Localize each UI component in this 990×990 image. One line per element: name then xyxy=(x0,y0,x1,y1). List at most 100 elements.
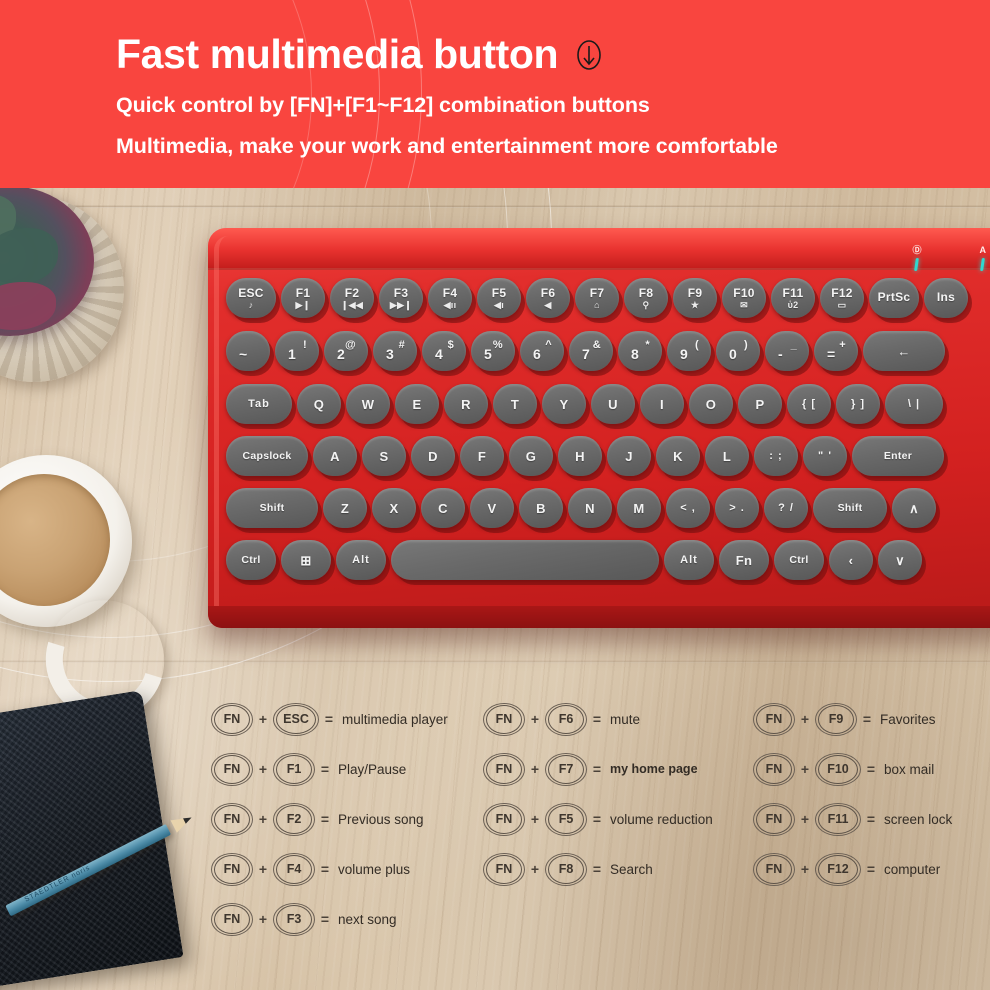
key-0[interactable]: ) 0 xyxy=(716,331,760,371)
legend-description: next song xyxy=(338,911,397,927)
key-u[interactable]: U xyxy=(591,384,635,424)
key-k[interactable]: K xyxy=(656,436,700,476)
key-w[interactable]: W xyxy=(346,384,390,424)
key-enter[interactable]: Enter xyxy=(852,436,944,476)
home-row: Capslock A S D F G H J K L: ; " ' Enter xyxy=(216,436,990,476)
legend-equals-sign: = xyxy=(592,811,602,827)
legend-fn-key: FN xyxy=(753,702,795,736)
key-blank[interactable]: ← xyxy=(863,331,945,371)
key-shift[interactable]: Shift xyxy=(226,488,318,528)
key-f9[interactable]: F9 ★ xyxy=(673,278,717,318)
key-capslock[interactable]: Capslock xyxy=(226,436,308,476)
key-primary-label: F3 xyxy=(393,285,409,300)
key-z[interactable]: Z xyxy=(323,488,367,528)
key-q[interactable]: Q xyxy=(297,384,341,424)
key-primary-label: F9 xyxy=(687,285,703,300)
key-fn[interactable]: Fn xyxy=(719,540,769,580)
key-y[interactable]: Y xyxy=(542,384,586,424)
key-f[interactable]: F xyxy=(460,436,504,476)
key-ins[interactable]: Ins xyxy=(924,278,968,318)
key-blank[interactable]: { [ xyxy=(787,384,831,424)
key-blank[interactable]: ~ xyxy=(226,331,270,371)
key-blank[interactable]: ‹ xyxy=(829,540,873,580)
key-t[interactable]: T xyxy=(493,384,537,424)
key-primary-label: F4 xyxy=(442,285,458,300)
key-f4[interactable]: F4 ◀ıı xyxy=(428,278,472,318)
legend-row: FN + F12 = computer xyxy=(753,844,990,894)
key-esc[interactable]: ESC ♪ xyxy=(226,278,276,318)
key-blank[interactable]: : ; xyxy=(754,436,798,476)
key-3[interactable]: #3 xyxy=(373,331,417,371)
key-blank[interactable]: ? / xyxy=(764,488,808,528)
key-2[interactable]: @2 xyxy=(324,331,368,371)
key-r[interactable]: R xyxy=(444,384,488,424)
key-m[interactable]: M xyxy=(617,488,661,528)
key-h[interactable]: H xyxy=(558,436,602,476)
key-f6[interactable]: F6 ◀ xyxy=(526,278,570,318)
key-primary-label: 0 xyxy=(729,346,738,362)
key-s[interactable]: S xyxy=(362,436,406,476)
legend-equals-sign: = xyxy=(324,711,334,727)
key-blank[interactable]: " ' xyxy=(803,436,847,476)
key-alt[interactable]: Alt xyxy=(664,540,714,580)
key-8[interactable]: * 8 xyxy=(618,331,662,371)
legend-fn-key: FN xyxy=(483,752,525,786)
key-blank[interactable]: < , xyxy=(666,488,710,528)
key-blank[interactable]: _ - xyxy=(765,331,809,371)
key-4[interactable]: $4 xyxy=(422,331,466,371)
key-v[interactable]: V xyxy=(470,488,514,528)
key-7[interactable]: & 7 xyxy=(569,331,613,371)
key-a[interactable]: A xyxy=(313,436,357,476)
key-p[interactable]: P xyxy=(738,384,782,424)
key-d[interactable]: D xyxy=(411,436,455,476)
key-f3[interactable]: F3 ▶▶❙ xyxy=(379,278,423,318)
key-media-icon: ὑ2 xyxy=(787,299,799,310)
key-f8[interactable]: F8 ⚲ xyxy=(624,278,668,318)
key-primary-label: K xyxy=(673,448,683,464)
key-6[interactable]: ^ 6 xyxy=(520,331,564,371)
legend-row: FN + F3 = next song xyxy=(211,894,482,944)
key-key[interactable] xyxy=(391,540,659,580)
key-shift[interactable]: Shift xyxy=(813,488,887,528)
key-n[interactable]: N xyxy=(568,488,612,528)
key-i[interactable]: I xyxy=(640,384,684,424)
key-blank[interactable]: + = xyxy=(814,331,858,371)
key-5[interactable]: % 5 xyxy=(471,331,515,371)
key-e[interactable]: E xyxy=(395,384,439,424)
key-blank[interactable]: > . xyxy=(715,488,759,528)
key-f2[interactable]: F2 ❙◀◀ xyxy=(330,278,374,318)
key-c[interactable]: C xyxy=(421,488,465,528)
legend-key-f5: F5 xyxy=(545,802,587,836)
key-blank[interactable]: ∧ xyxy=(892,488,936,528)
num-lock-led-light xyxy=(980,258,986,271)
key-j[interactable]: J xyxy=(607,436,651,476)
key-primary-label: P xyxy=(755,396,765,412)
key-primary-label: M xyxy=(633,500,645,516)
key-f7[interactable]: F7 ⌂ xyxy=(575,278,619,318)
key-f1[interactable]: F1 ▶❙ xyxy=(281,278,325,318)
key-primary-label: G xyxy=(525,448,537,464)
key-b[interactable]: B xyxy=(519,488,563,528)
key-g[interactable]: G xyxy=(509,436,553,476)
legend-key-f10: F10 xyxy=(815,752,861,786)
key-x[interactable]: X xyxy=(372,488,416,528)
key-blank[interactable]: ⊞ xyxy=(281,540,331,580)
key-alt[interactable]: Alt xyxy=(336,540,386,580)
key-f12[interactable]: F12 ▭ xyxy=(820,278,864,318)
key-blank[interactable]: } ] xyxy=(836,384,880,424)
key-prtsc[interactable]: PrtSc xyxy=(869,278,919,318)
key-f11[interactable]: F11 ὑ2 xyxy=(771,278,815,318)
key-1[interactable]: ! 1 xyxy=(275,331,319,371)
key-ctrl[interactable]: Ctrl xyxy=(226,540,276,580)
legend-plus-sign: + xyxy=(800,861,810,877)
key-tab[interactable]: Tab xyxy=(226,384,292,424)
key-primary-label: < , xyxy=(680,501,696,514)
key-blank[interactable]: ∨ xyxy=(878,540,922,580)
key-o[interactable]: O xyxy=(689,384,733,424)
key-ctrl[interactable]: Ctrl xyxy=(774,540,824,580)
key-blank[interactable]: \ | xyxy=(885,384,943,424)
key-f10[interactable]: F10 ✉ xyxy=(722,278,766,318)
key-l[interactable]: L xyxy=(705,436,749,476)
key-f5[interactable]: F5 ◀ı xyxy=(477,278,521,318)
key-9[interactable]: (9 xyxy=(667,331,711,371)
